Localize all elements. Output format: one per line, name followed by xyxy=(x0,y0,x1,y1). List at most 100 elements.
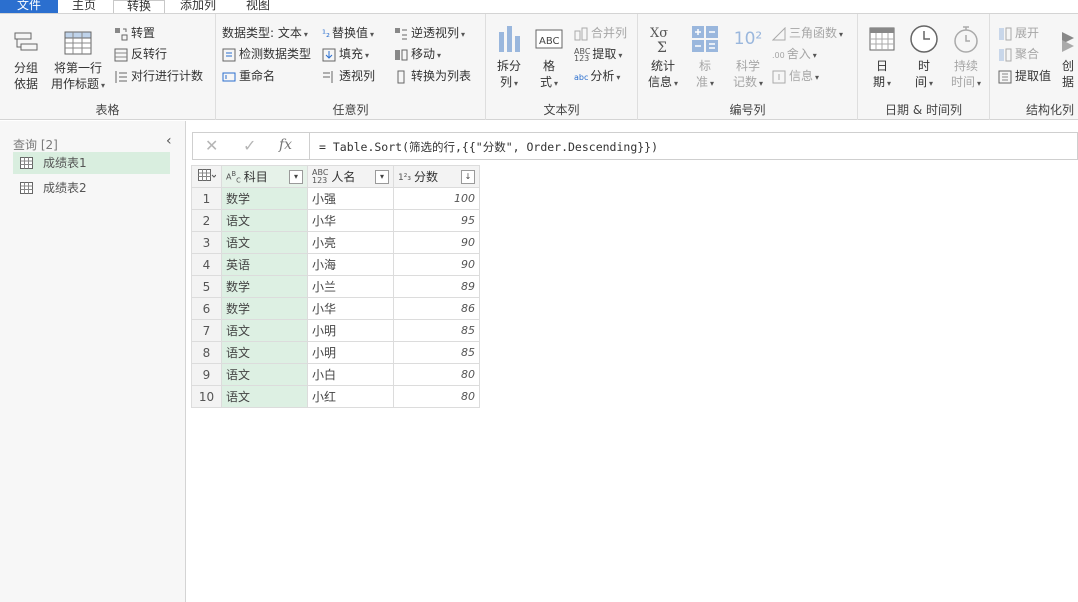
column-filter-dropdown-icon[interactable]: ▾ xyxy=(289,170,303,184)
scientific-button[interactable]: 10² 科学 记数 ▾ xyxy=(728,24,768,92)
expand-button[interactable]: 展开 xyxy=(998,25,1039,41)
row-number[interactable]: 3 xyxy=(191,231,222,254)
data-preview-grid: ABC 科目 ▾ ABC 123 人名 ▾ 1²₃ 分数 ↓ 1 数学 小强 100 2 语文小… xyxy=(191,165,480,408)
abc123-icon: ABC 123 xyxy=(574,46,591,63)
use-first-row-as-headers-button[interactable]: 将第一行 用作标题 ▾ xyxy=(48,30,108,94)
split-column-button[interactable]: 拆分 列 ▾ xyxy=(492,24,526,92)
reverse-rows-button[interactable]: 反转行 xyxy=(114,46,167,62)
tab-home[interactable]: 主页 xyxy=(72,0,102,13)
parse-button[interactable]: abc 分析 ▾ xyxy=(574,68,620,86)
cell-name[interactable]: 小白 xyxy=(307,363,394,386)
aggregate-button[interactable]: 聚合 xyxy=(998,46,1039,62)
row-number[interactable]: 8 xyxy=(191,341,222,364)
rounding-button[interactable]: .00 舍入 ▾ xyxy=(772,46,817,64)
rename-button[interactable]: 重命名 xyxy=(222,68,275,84)
row-number[interactable]: 6 xyxy=(191,297,222,320)
column-header-name[interactable]: ABC 123 人名 ▾ xyxy=(307,165,394,188)
unpivot-icon xyxy=(395,27,407,39)
extract-button[interactable]: ABC 123 提取 ▾ xyxy=(574,46,622,64)
merge-columns-button[interactable]: 合并列 xyxy=(574,25,627,41)
data-type-dropdown[interactable]: 数据类型: 文本 ▾ xyxy=(222,25,308,43)
cell-score[interactable]: 80 xyxy=(393,363,480,386)
cell-subject[interactable]: 数学 xyxy=(221,275,308,298)
row-number[interactable]: 5 xyxy=(191,275,222,298)
cell-subject[interactable]: 英语 xyxy=(221,253,308,276)
row-number[interactable]: 10 xyxy=(191,385,222,408)
cell-subject[interactable]: 数学 xyxy=(221,297,308,320)
row-number[interactable]: 7 xyxy=(191,319,222,342)
detect-data-type-button[interactable]: 检测数据类型 xyxy=(222,46,311,62)
cell-name[interactable]: 小华 xyxy=(307,297,394,320)
row-number[interactable]: 4 xyxy=(191,253,222,276)
row-number[interactable]: 1 xyxy=(191,187,222,210)
standard-button[interactable]: 标 准 ▾ xyxy=(688,24,722,92)
query-item-1[interactable]: 成绩表1 xyxy=(13,152,170,174)
cell-subject[interactable]: 语文 xyxy=(221,385,308,408)
duration-button[interactable]: 持续 时间 ▾ xyxy=(946,24,986,92)
cell-score[interactable]: 85 xyxy=(393,319,480,342)
cell-subject[interactable]: 语文 xyxy=(221,341,308,364)
cell-name[interactable]: 小强 xyxy=(307,187,394,210)
cell-name[interactable]: 小亮 xyxy=(307,231,394,254)
cell-subject[interactable]: 语文 xyxy=(221,231,308,254)
tab-file[interactable]: 文件 xyxy=(0,0,58,13)
formula-input[interactable]: = Table.Sort(筛选的行,{{"分数", Order.Descendi… xyxy=(319,139,658,155)
chevron-down-icon: ▾ xyxy=(815,73,820,82)
cell-subject[interactable]: 语文 xyxy=(221,209,308,232)
count-rows-button[interactable]: 对行进行计数 xyxy=(114,68,203,84)
transpose-button[interactable]: 转置 xyxy=(114,25,155,41)
cell-subject[interactable]: 语文 xyxy=(221,319,308,342)
cell-name[interactable]: 小明 xyxy=(307,319,394,342)
fill-button[interactable]: 填充 ▾ xyxy=(322,46,369,64)
cell-name[interactable]: 小华 xyxy=(307,209,394,232)
cell-score[interactable]: 100 xyxy=(393,187,480,210)
cell-subject[interactable]: 语文 xyxy=(221,363,308,386)
column-header-score[interactable]: 1²₃ 分数 ↓ xyxy=(393,165,480,188)
row-number[interactable]: 9 xyxy=(191,363,222,386)
time-button[interactable]: 时 间 ▾ xyxy=(906,24,942,92)
tab-add-column[interactable]: 添加列 xyxy=(180,0,222,13)
fill-down-icon xyxy=(322,48,336,61)
row-number[interactable]: 2 xyxy=(191,209,222,232)
pivot-column-button[interactable]: 透视列 xyxy=(322,68,375,84)
query-item-2[interactable]: 成绩表2 xyxy=(13,177,170,199)
convert-to-list-button[interactable]: 转换为列表 xyxy=(394,68,471,84)
info-icon xyxy=(772,70,786,83)
cell-score[interactable]: 86 xyxy=(393,297,480,320)
cell-name[interactable]: 小海 xyxy=(307,253,394,276)
cell-score[interactable]: 80 xyxy=(393,385,480,408)
tab-view[interactable]: 视图 xyxy=(246,0,276,13)
cell-name[interactable]: 小兰 xyxy=(307,275,394,298)
date-button[interactable]: 日 期 ▾ xyxy=(864,24,900,92)
extract-values-button[interactable]: 提取值 xyxy=(998,68,1051,84)
cell-score[interactable]: 95 xyxy=(393,209,480,232)
cell-name[interactable]: 小明 xyxy=(307,341,394,364)
collapse-pane-icon[interactable]: ‹ xyxy=(166,133,172,149)
cell-subject[interactable]: 数学 xyxy=(221,187,308,210)
statistics-button[interactable]: Xσ Σ 统计 信息 ▾ xyxy=(644,24,682,92)
sort-descending-icon[interactable]: ↓ xyxy=(461,170,475,184)
information-button[interactable]: 信息 ▾ xyxy=(772,68,819,86)
format-button[interactable]: ABC 格 式 ▾ xyxy=(532,24,566,92)
column-header-subject[interactable]: ABC 科目 ▾ xyxy=(221,165,308,188)
cell-name[interactable]: 小红 xyxy=(307,385,394,408)
replace-values-button[interactable]: ¹₂ 替换值 ▾ xyxy=(322,25,374,43)
tab-transform[interactable]: 转换 xyxy=(113,0,165,13)
group-any-column: 数据类型: 文本 ▾ 检测数据类型 重命名 ¹₂ 替换值 ▾ 填充 ▾ 透视列 逆透视列… xyxy=(216,14,486,120)
insert-function-icon[interactable]: fx xyxy=(279,137,292,153)
cell-score[interactable]: 90 xyxy=(393,231,480,254)
cell-score[interactable]: 89 xyxy=(393,275,480,298)
table-menu-button[interactable] xyxy=(191,165,222,188)
group-by-button[interactable]: 分组 依据 xyxy=(8,30,44,92)
create-data-type-button[interactable]: 创 据 xyxy=(1058,28,1078,90)
cell-score[interactable]: 90 xyxy=(393,253,480,276)
trigonometry-button[interactable]: 三角函数 ▾ xyxy=(772,25,843,43)
move-button[interactable]: 移动 ▾ xyxy=(394,46,441,64)
unpivot-columns-button[interactable]: 逆透视列 ▾ xyxy=(394,25,465,43)
column-filter-dropdown-icon[interactable]: ▾ xyxy=(375,170,389,184)
group-label-structured-column: 结构化列 xyxy=(1025,103,1074,117)
confirm-formula-icon[interactable]: ✓ xyxy=(243,136,256,155)
cancel-formula-icon[interactable]: ✕ xyxy=(205,136,218,155)
table-menu-icon xyxy=(197,169,216,181)
cell-score[interactable]: 85 xyxy=(393,341,480,364)
